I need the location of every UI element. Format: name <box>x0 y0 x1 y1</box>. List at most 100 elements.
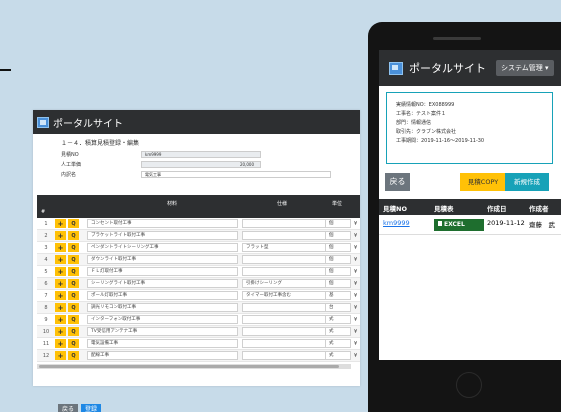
breakdown-name-input[interactable]: 電気工事 <box>141 170 331 178</box>
col-num: # <box>41 209 46 215</box>
dropdown-icon[interactable]: ¥ <box>354 221 357 227</box>
spec-input[interactable] <box>242 219 330 228</box>
unit-select[interactable]: 式 <box>325 339 351 348</box>
search-icon[interactable]: Q <box>68 291 79 300</box>
dropdown-icon[interactable]: ¥ <box>354 257 357 263</box>
unit-select[interactable]: 個 <box>325 255 351 264</box>
add-row-icon[interactable]: + <box>55 231 66 240</box>
add-row-icon[interactable]: + <box>55 243 66 252</box>
search-icon[interactable]: Q <box>68 279 79 288</box>
spec-input[interactable]: 引掛けシーリング <box>242 279 330 288</box>
search-icon[interactable]: Q <box>68 243 79 252</box>
search-icon[interactable]: Q <box>68 351 79 360</box>
dropdown-icon[interactable]: ¥ <box>354 245 357 251</box>
field-labor-rate: 人工単価 20,000 <box>61 159 360 169</box>
unit-select[interactable]: 基 <box>325 291 351 300</box>
info-line: 工事期間：2019-11-16〜2019-11-30 <box>396 138 485 144</box>
material-input[interactable]: インターフォン取付工事 <box>87 315 238 324</box>
unit-select[interactable]: 個 <box>325 279 351 288</box>
system-menu-dropdown[interactable]: システム管理 ▾ <box>496 60 554 76</box>
table-row: 4 + Q ダウンライト取付工事 個 ¥ <box>37 254 360 266</box>
phone-back-button[interactable]: 戻る <box>385 173 410 191</box>
search-icon[interactable]: Q <box>68 339 79 348</box>
material-input[interactable]: ＦＬ灯取付工事 <box>87 267 238 276</box>
unit-select[interactable]: 個 <box>325 219 351 228</box>
save-button[interactable]: 登録 <box>81 404 102 412</box>
add-row-icon[interactable]: + <box>55 339 66 348</box>
col-estimate-no: 見積NO <box>383 205 407 213</box>
search-icon[interactable]: Q <box>68 315 79 324</box>
spec-input[interactable] <box>242 351 330 360</box>
add-row-icon[interactable]: + <box>55 219 66 228</box>
create-new-button[interactable]: 新規作成 <box>505 173 549 191</box>
dropdown-icon[interactable]: ¥ <box>354 293 357 299</box>
material-input[interactable]: ブラケットライト取付工事 <box>87 231 238 240</box>
table-row: 12 + Q 配線工事 式 ¥ <box>37 350 360 362</box>
table-row: 7 + Q ポール灯取付工事 タイマー取付工事含む基 ¥ <box>37 290 360 302</box>
material-input[interactable]: 電気設備工事 <box>87 339 238 348</box>
spec-input[interactable] <box>242 255 330 264</box>
spec-input[interactable] <box>242 339 330 348</box>
dropdown-icon[interactable]: ¥ <box>354 305 357 311</box>
add-row-icon[interactable]: + <box>55 255 66 264</box>
add-row-icon[interactable]: + <box>55 267 66 276</box>
material-input[interactable]: ポール灯取付工事 <box>87 291 238 300</box>
add-row-icon[interactable]: + <box>55 279 66 288</box>
unit-select[interactable]: 台 <box>325 303 351 312</box>
copy-estimate-button[interactable]: 見積COPY <box>460 173 506 191</box>
excel-button[interactable]: EXCEL <box>434 219 484 231</box>
add-row-icon[interactable]: + <box>55 351 66 360</box>
material-input[interactable]: コンセント取付工事 <box>87 219 238 228</box>
add-row-icon[interactable]: + <box>55 327 66 336</box>
desktop-brand[interactable]: ポータルサイト <box>53 115 123 130</box>
spec-input[interactable] <box>242 231 330 240</box>
unit-select[interactable]: 式 <box>325 327 351 336</box>
unit-select[interactable]: 式 <box>325 351 351 360</box>
labor-rate-input[interactable]: 20,000 <box>141 160 261 168</box>
spec-input[interactable] <box>242 315 330 324</box>
unit-select[interactable]: 個 <box>325 231 351 240</box>
desktop-action-buttons: 戻る 登録 <box>58 404 102 412</box>
material-input[interactable]: シーリングライト取付工事 <box>87 279 238 288</box>
back-button[interactable]: 戻る <box>58 404 79 412</box>
search-icon[interactable]: Q <box>68 327 79 336</box>
unit-select[interactable]: 個 <box>325 243 351 252</box>
phone-brand[interactable]: ポータルサイト <box>409 60 486 76</box>
material-input[interactable]: 調光リモコン取付工事 <box>87 303 238 312</box>
add-row-icon[interactable]: + <box>55 291 66 300</box>
row-number: 8 <box>44 304 48 311</box>
search-icon[interactable]: Q <box>68 267 79 276</box>
spec-input[interactable]: フラット型 <box>242 243 330 252</box>
dropdown-icon[interactable]: ¥ <box>354 353 357 359</box>
material-input[interactable]: ダウンライト取付工事 <box>87 255 238 264</box>
dropdown-icon[interactable]: ¥ <box>354 341 357 347</box>
spec-input[interactable] <box>242 327 330 336</box>
field-label: 見積NO <box>61 151 79 158</box>
estimate-no-input[interactable]: km9999 <box>141 150 261 158</box>
unit-select[interactable]: 式 <box>325 315 351 324</box>
home-button[interactable] <box>456 372 482 398</box>
dropdown-icon[interactable]: ¥ <box>354 317 357 323</box>
estimate-no-link[interactable]: km9999 <box>383 219 410 227</box>
dropdown-icon[interactable]: ¥ <box>354 269 357 275</box>
search-icon[interactable]: Q <box>68 303 79 312</box>
unit-select[interactable]: 個 <box>325 267 351 276</box>
table-row: 10 + Q TV受信用アンテナ工事 式 ¥ <box>37 326 360 338</box>
search-icon[interactable]: Q <box>68 255 79 264</box>
horizontal-scrollbar[interactable] <box>37 364 351 369</box>
add-row-icon[interactable]: + <box>55 315 66 324</box>
dropdown-icon[interactable]: ¥ <box>354 329 357 335</box>
spec-input[interactable] <box>242 267 330 276</box>
dropdown-icon[interactable]: ¥ <box>354 281 357 287</box>
material-input[interactable]: TV受信用アンテナ工事 <box>87 327 238 336</box>
table-row: 2 + Q ブラケットライト取付工事 個 ¥ <box>37 230 360 242</box>
search-icon[interactable]: Q <box>68 231 79 240</box>
spec-input[interactable]: タイマー取付工事含む <box>242 291 330 300</box>
material-input[interactable]: ペンダントライトシーリング工事 <box>87 243 238 252</box>
phone-action-buttons: 戻る 見積COPY 新規作成 <box>379 173 561 193</box>
add-row-icon[interactable]: + <box>55 303 66 312</box>
material-input[interactable]: 配線工事 <box>87 351 238 360</box>
spec-input[interactable] <box>242 303 330 312</box>
dropdown-icon[interactable]: ¥ <box>354 233 357 239</box>
search-icon[interactable]: Q <box>68 219 79 228</box>
